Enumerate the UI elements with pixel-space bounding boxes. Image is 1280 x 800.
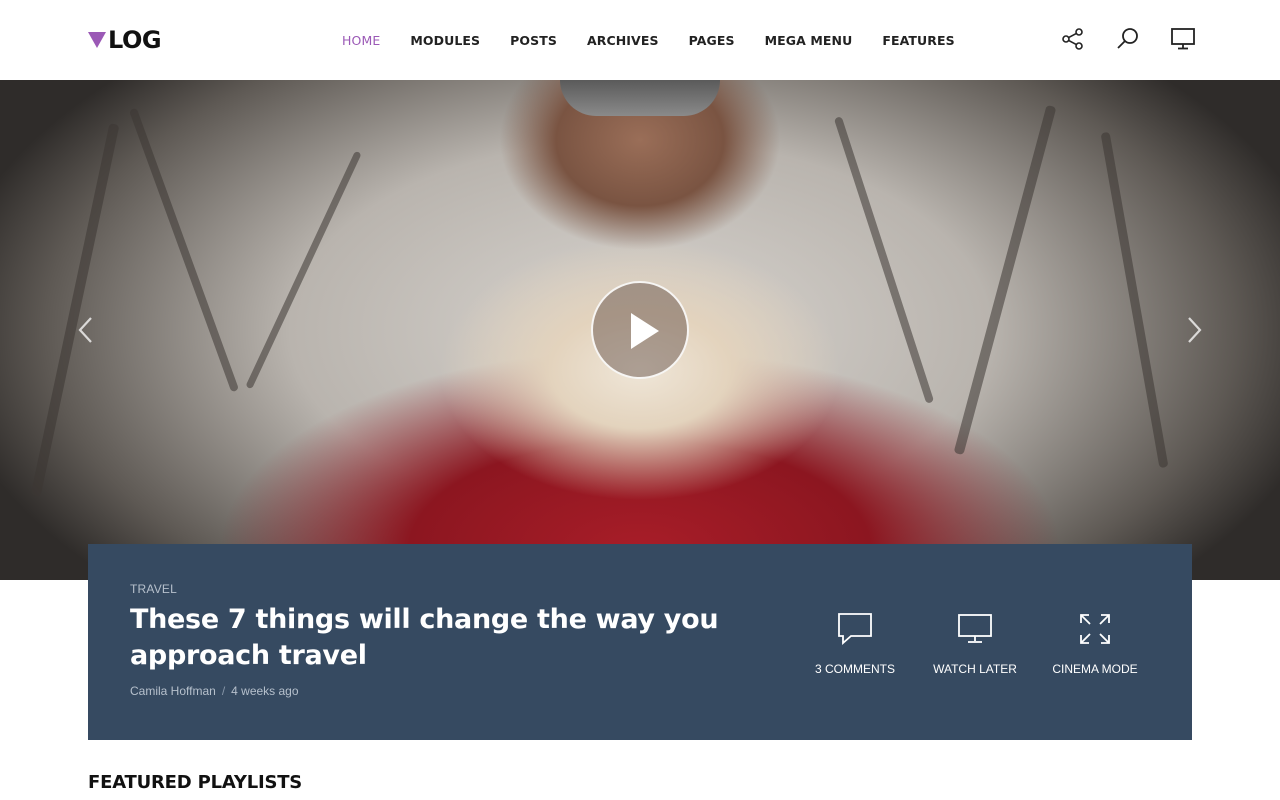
post-title[interactable]: These 7 things will change the way you a…: [130, 602, 750, 674]
nav-item-posts[interactable]: POSTS: [510, 33, 557, 48]
watch-later-button[interactable]: WATCH LATER: [915, 612, 1035, 676]
monitor-icon: [915, 612, 1035, 646]
main-nav: HOME MODULES POSTS ARCHIVES PAGES MEGA M…: [342, 0, 985, 80]
featured-video-hero[interactable]: [0, 80, 1280, 580]
nav-item-home[interactable]: HOME: [342, 33, 380, 48]
watch-later-label: WATCH LATER: [933, 662, 1017, 676]
site-logo[interactable]: LOG: [88, 26, 162, 54]
hero-crown: [560, 80, 720, 116]
hero-background-branch: [953, 104, 1057, 456]
comments-button[interactable]: 3 COMMENTS: [795, 612, 915, 676]
post-info-card: TRAVEL These 7 things will change the wa…: [88, 544, 1192, 740]
post-author[interactable]: Camila Hoffman: [130, 684, 216, 698]
monitor-icon[interactable]: [1170, 26, 1196, 52]
slider-prev-arrow[interactable]: [76, 312, 96, 348]
featured-playlists-heading: FEATURED PLAYLISTS: [88, 772, 303, 793]
post-category[interactable]: TRAVEL: [130, 582, 177, 596]
site-header: LOG HOME MODULES POSTS ARCHIVES PAGES ME…: [0, 0, 1280, 80]
comment-icon: [795, 612, 915, 646]
hero-background-branch: [245, 150, 362, 390]
cinema-mode-label: CINEMA MODE: [1052, 662, 1138, 676]
expand-icon: [1035, 612, 1155, 646]
logo-text: LOG: [108, 26, 162, 54]
hero-background-branch: [128, 107, 240, 393]
post-meta: Camila Hoffman / 4 weeks ago: [130, 684, 299, 698]
chevron-left-icon: [78, 317, 92, 343]
cinema-mode-button[interactable]: CINEMA MODE: [1035, 612, 1155, 676]
comments-label: 3 COMMENTS: [814, 662, 895, 676]
nav-item-pages[interactable]: PAGES: [689, 33, 735, 48]
play-icon: [631, 313, 659, 349]
hero-background-branch: [1100, 131, 1169, 469]
share-icon[interactable]: [1060, 26, 1086, 52]
nav-item-archives[interactable]: ARCHIVES: [587, 33, 659, 48]
hero-background-branch: [833, 116, 935, 404]
nav-item-modules[interactable]: MODULES: [410, 33, 480, 48]
hero-background-branch: [30, 123, 120, 497]
nav-item-mega-menu[interactable]: MEGA MENU: [765, 33, 853, 48]
play-button[interactable]: [591, 281, 689, 379]
logo-triangle-icon: [88, 32, 106, 48]
post-time: 4 weeks ago: [231, 684, 299, 698]
chevron-right-icon: [1188, 317, 1202, 343]
meta-separator: /: [221, 684, 226, 698]
slider-next-arrow[interactable]: [1184, 312, 1204, 348]
search-icon[interactable]: [1115, 26, 1141, 52]
nav-item-features[interactable]: FEATURES: [882, 33, 954, 48]
